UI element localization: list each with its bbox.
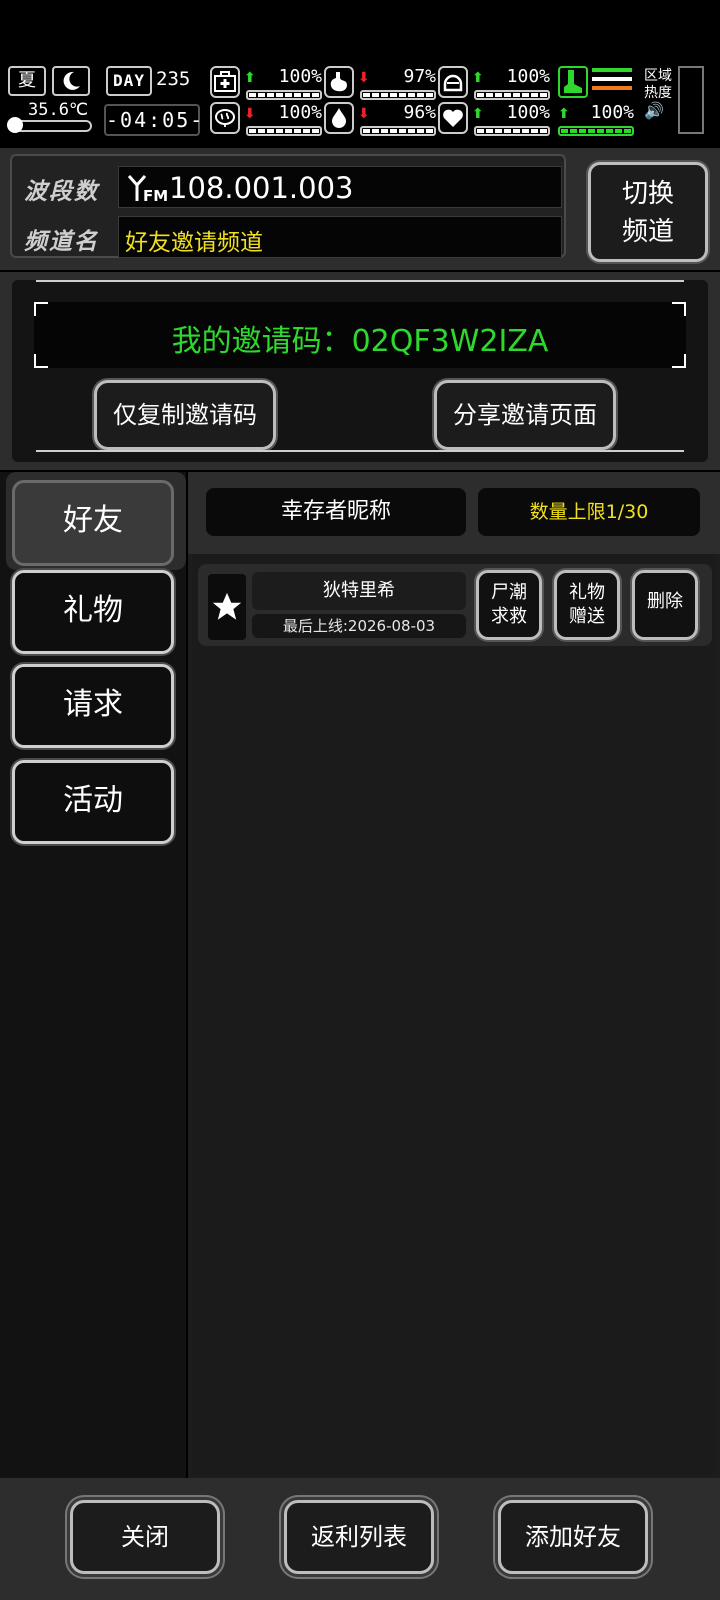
- tab-friends[interactable]: 好友: [12, 480, 174, 566]
- thermometer-icon: [7, 117, 92, 133]
- list-item: 狄特里希 最后上线:2026-08-03 尸潮 求救 礼物 赠送 删除: [198, 564, 712, 646]
- frequency-field: FM 108.001.003: [118, 166, 562, 208]
- button-line: 尸潮: [491, 582, 527, 603]
- thirst-stat: ⬇ 96%: [324, 102, 436, 138]
- medkit-icon: [210, 66, 240, 98]
- share-invite-page-button[interactable]: 分享邀请页面: [434, 380, 616, 450]
- list-header: 幸存者昵称 数量上限1/30: [188, 472, 720, 554]
- trend-up-icon: ⬆: [472, 70, 484, 86]
- divider-bottom: [36, 450, 684, 452]
- area-heat-label-1: 区域: [644, 68, 672, 84]
- area-heat: 区域 热度 🔊: [644, 68, 672, 119]
- brain-icon: [210, 102, 240, 134]
- stat-value: 100%: [278, 66, 322, 87]
- footer-bar: 关闭 返利列表 添加好友: [0, 1478, 720, 1600]
- heart-icon: [438, 102, 468, 134]
- hunger-stat: ⬇ 97%: [324, 66, 436, 102]
- channel-panel: 波段数 FM 108.001.003 频道名 好友邀请频道 切换 频道: [0, 148, 720, 270]
- stat-value: 97%: [403, 66, 436, 87]
- invite-code-text: 我的邀请码：02QF3W2IZA: [171, 324, 549, 359]
- heat-meter: [678, 66, 704, 134]
- close-button[interactable]: 关闭: [70, 1500, 220, 1574]
- friend-list[interactable]: 狄特里希 最后上线:2026-08-03 尸潮 求救 礼物 赠送 删除: [192, 554, 716, 1474]
- frequency-value: 108.001.003: [169, 171, 354, 205]
- friend-last-online: 最后上线:2026-08-03: [252, 614, 466, 638]
- trend-down-icon: ⬇: [244, 106, 256, 122]
- trend-up-icon: ⬆: [472, 106, 484, 122]
- friend-limit: 数量上限1/30: [478, 488, 700, 536]
- button-line: 礼物: [569, 582, 605, 603]
- defense-stat: ⬆ 100%: [438, 66, 550, 102]
- add-friend-button[interactable]: 添加好友: [498, 1500, 648, 1574]
- mood-stat: ⬆ 100%: [438, 102, 550, 138]
- copy-invite-code-button[interactable]: 仅复制邀请码: [94, 380, 276, 450]
- stat-bar: [246, 126, 322, 136]
- speaker-icon[interactable]: 🔊: [644, 102, 672, 119]
- switch-channel-button[interactable]: 切换 频道: [588, 162, 708, 262]
- moon-icon: [52, 66, 90, 96]
- tab-gifts[interactable]: 礼物: [12, 570, 174, 654]
- trend-up-icon: ⬆: [558, 106, 570, 122]
- stat-value: 100%: [590, 102, 634, 123]
- stat-bar: [558, 126, 634, 136]
- temperature-readout: 35.6℃: [28, 100, 89, 120]
- game-clock: -04:05-: [104, 104, 202, 136]
- trend-down-icon: ⬇: [358, 70, 370, 86]
- nickname-column-header: 幸存者昵称: [206, 488, 466, 536]
- stat-value: 100%: [506, 102, 550, 123]
- invite-inner: 我的邀请码：02QF3W2IZA 仅复制邀请码 分享邀请页面: [12, 280, 708, 462]
- area-heat-label-2: 热度: [644, 85, 672, 101]
- stat-bar: [474, 90, 550, 100]
- day-counter: 235: [156, 68, 191, 90]
- tab-requests[interactable]: 请求: [12, 664, 174, 748]
- status-hud: 夏 35.6℃ DAY 235 -04:05- ⬆ 100% ⬇ 97% ⬆ 1…: [0, 62, 720, 142]
- stamina-stripes: [592, 68, 632, 96]
- tab-events[interactable]: 活动: [12, 760, 174, 844]
- stamina-stat: ⬆ 100%: [558, 102, 634, 138]
- divider-top: [36, 280, 684, 282]
- trend-down-icon: ⬇: [358, 106, 370, 122]
- season-indicator: 夏: [8, 66, 46, 96]
- invite-panel: 我的邀请码：02QF3W2IZA 仅复制邀请码 分享邀请页面: [0, 272, 720, 470]
- trend-up-icon: ⬆: [244, 70, 256, 86]
- send-gift-button[interactable]: 礼物 赠送: [554, 570, 620, 640]
- rebate-list-button[interactable]: 返利列表: [284, 1500, 434, 1574]
- stat-value: 96%: [403, 102, 436, 123]
- water-drop-icon: [324, 102, 354, 134]
- stomach-icon: [324, 66, 354, 98]
- health-stat: ⬆ 100%: [210, 66, 322, 102]
- stat-value: 100%: [506, 66, 550, 87]
- channel-name-value: 好友邀请频道: [125, 230, 263, 256]
- stat-bar: [246, 90, 322, 100]
- zombie-wave-help-button[interactable]: 尸潮 求救: [476, 570, 542, 640]
- friends-content: 幸存者昵称 数量上限1/30 狄特里希 最后上线:2026-08-03 尸潮 求…: [188, 472, 720, 1478]
- friend-name: 狄特里希: [252, 572, 466, 610]
- button-line: 赠送: [569, 606, 605, 627]
- channel-info: 波段数 FM 108.001.003 频道名 好友邀请频道: [10, 154, 566, 258]
- delete-friend-button[interactable]: 删除: [632, 570, 698, 640]
- stat-bar: [360, 126, 436, 136]
- stat-value: 100%: [278, 102, 322, 123]
- sanity-stat: ⬇ 100%: [210, 102, 322, 138]
- helmet-icon: [438, 66, 468, 98]
- stat-bar: [360, 90, 436, 100]
- invite-code-box: 我的邀请码：02QF3W2IZA: [34, 302, 686, 368]
- legs-icon: [558, 66, 588, 98]
- tab-sidebar: 好友 礼物 请求 活动: [0, 472, 186, 1478]
- switch-channel-line2: 频道: [621, 217, 674, 247]
- switch-channel-line1: 切换: [621, 179, 674, 209]
- button-line: 求救: [491, 606, 527, 627]
- day-label: DAY: [106, 66, 152, 96]
- stat-bar: [474, 126, 550, 136]
- star-icon[interactable]: [208, 574, 246, 640]
- svg-text:FM: FM: [143, 187, 167, 203]
- channel-name-label: 频道名: [24, 229, 99, 255]
- channel-name-field: 好友邀请频道: [118, 216, 562, 258]
- antenna-icon: FM: [127, 175, 167, 203]
- frequency-label: 波段数: [24, 179, 99, 205]
